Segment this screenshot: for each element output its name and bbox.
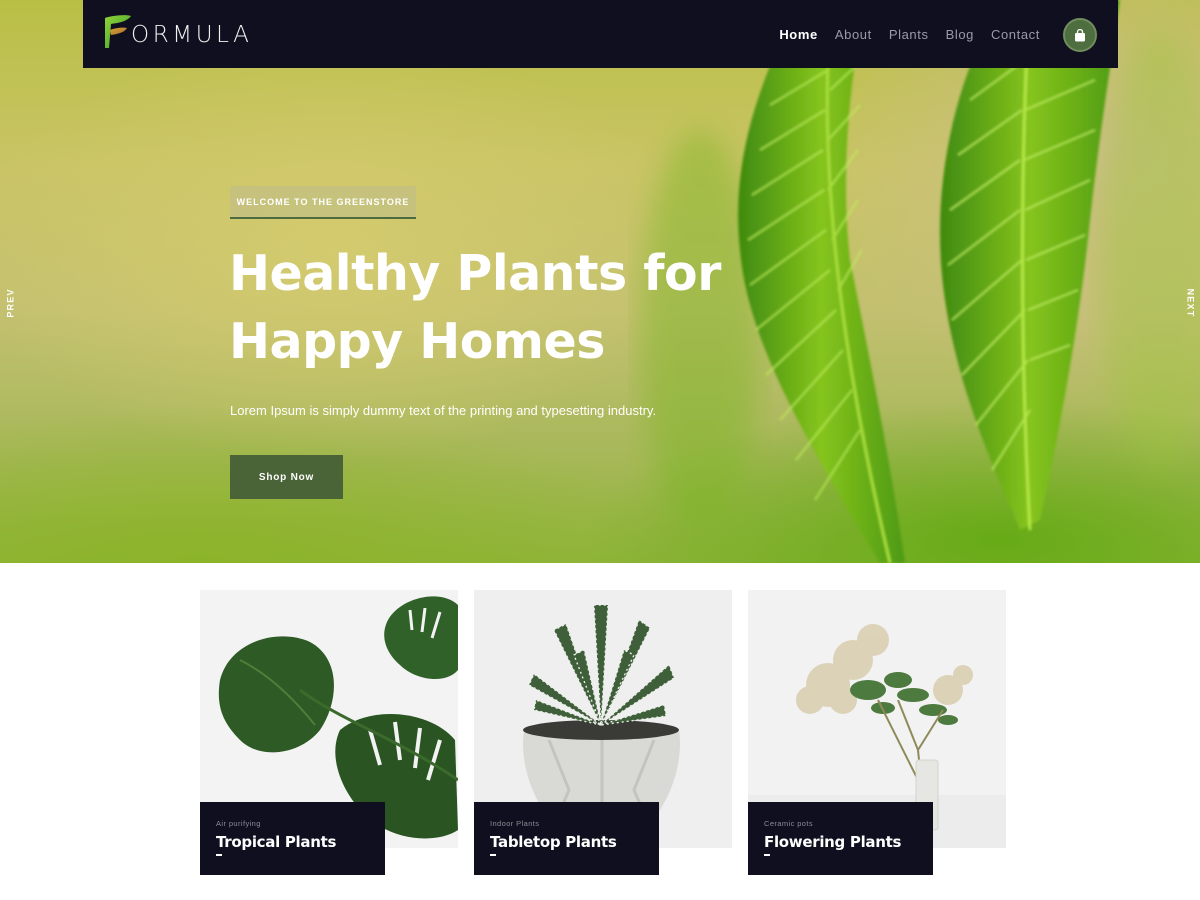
hero-badge: WELCOME TO THE GREENSTORE [230, 186, 416, 219]
hero-section: PREV NEXT WELCOME TO THE GREENSTORE Heal… [0, 0, 1200, 563]
title-underline [216, 854, 222, 856]
category-label: Indoor Plants Tabletop Plants [474, 802, 659, 875]
navbar: ORMULA Home About Plants Blog Contact [83, 0, 1118, 68]
category-title: Tabletop Plants [490, 833, 617, 851]
nav-plants[interactable]: Plants [889, 27, 929, 42]
main-nav: Home About Plants Blog Contact [779, 0, 1040, 68]
logo-text: ORMULA [131, 22, 253, 48]
category-title: Tropical Plants [216, 833, 337, 851]
category-label: Air purifying Tropical Plants [200, 802, 385, 875]
slider-next-button[interactable]: NEXT [1185, 289, 1195, 318]
brand-logo[interactable]: ORMULA [103, 12, 252, 52]
nav-blog[interactable]: Blog [946, 27, 974, 42]
category-kicker: Air purifying [216, 819, 261, 828]
title-underline [490, 854, 496, 856]
category-card-tropical[interactable]: Air purifying Tropical Plants [200, 590, 458, 875]
category-card-tabletop[interactable]: Indoor Plants Tabletop Plants [474, 590, 732, 875]
hero-subtitle: Lorem Ipsum is simply dummy text of the … [230, 403, 657, 418]
logo-f-icon [105, 15, 131, 48]
nav-home[interactable]: Home [779, 27, 818, 42]
nav-about[interactable]: About [835, 27, 872, 42]
category-card-flowering[interactable]: Ceramic pots Flowering Plants [748, 590, 1006, 875]
category-kicker: Indoor Plants [490, 819, 540, 828]
slider-prev-button[interactable]: PREV [6, 288, 16, 317]
category-kicker: Ceramic pots [764, 819, 813, 828]
category-title: Flowering Plants [764, 833, 902, 851]
hero-title: Healthy Plants for Happy Homes [229, 245, 721, 370]
cart-button[interactable] [1063, 18, 1097, 52]
category-label: Ceramic pots Flowering Plants [748, 802, 933, 875]
nav-contact[interactable]: Contact [991, 27, 1040, 42]
title-underline [764, 854, 770, 856]
shopping-bag-icon [1075, 28, 1085, 41]
shop-now-button[interactable]: Shop Now [230, 455, 343, 499]
